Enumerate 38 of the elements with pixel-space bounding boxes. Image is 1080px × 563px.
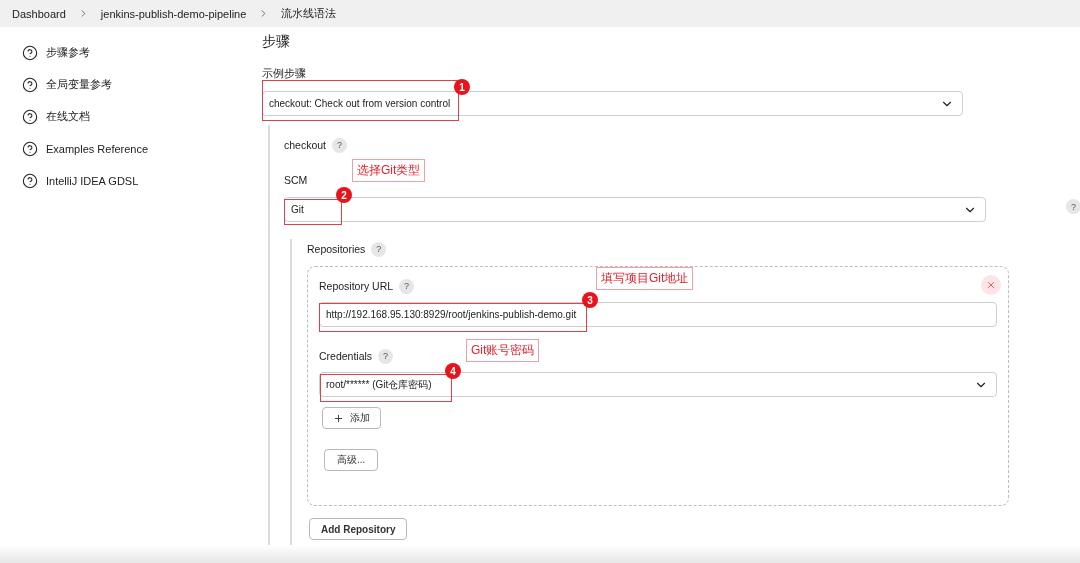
step-number: 3 bbox=[582, 292, 598, 308]
help-badge[interactable]: ? bbox=[378, 348, 394, 364]
breadcrumb-link[interactable]: jenkins-publish-demo-pipeline bbox=[100, 7, 247, 20]
plus-icon bbox=[333, 412, 344, 424]
add-button[interactable]: 添加 bbox=[322, 407, 381, 429]
section-title: 步骤 bbox=[262, 32, 291, 51]
sidebar-link[interactable]: 步骤参考 bbox=[22, 43, 262, 62]
field-label: Repository URL bbox=[319, 280, 394, 292]
highlight-frame bbox=[284, 199, 342, 225]
help-icon bbox=[22, 140, 38, 157]
help-badge[interactable]: ? bbox=[371, 241, 387, 257]
callout-note: 选择Git类型 bbox=[352, 159, 426, 182]
help-icon bbox=[22, 172, 38, 189]
help-icon bbox=[22, 76, 38, 93]
field-label: 示例步骤 bbox=[262, 66, 307, 81]
sidebar-link[interactable]: 在线文档 bbox=[22, 107, 262, 126]
field-label: Credentials bbox=[319, 350, 373, 362]
sidebar-link[interactable]: 全局变量参考 bbox=[22, 75, 262, 94]
help-badge[interactable]: ? bbox=[332, 137, 348, 153]
add-repository-button[interactable]: Add Repository bbox=[309, 518, 408, 540]
help-badge[interactable]: ? bbox=[1066, 199, 1080, 214]
close-icon bbox=[986, 280, 996, 290]
advanced-button[interactable]: 高级... bbox=[324, 449, 379, 471]
field-label: Repositories bbox=[307, 243, 366, 255]
help-icon bbox=[22, 44, 38, 61]
sidebar-link[interactable]: Examples Reference bbox=[22, 139, 262, 158]
field-label: checkout bbox=[284, 139, 327, 151]
callout-note: 填写项目Git地址 bbox=[596, 267, 694, 290]
close-button[interactable] bbox=[981, 275, 1001, 295]
callout-note: Git账号密码 bbox=[466, 339, 540, 362]
help-badge[interactable]: ? bbox=[399, 278, 415, 294]
step-number: 2 bbox=[336, 187, 352, 203]
breadcrumb-link[interactable]: 流水线语法 bbox=[281, 6, 337, 21]
help-icon bbox=[22, 108, 38, 125]
step-number: 4 bbox=[445, 363, 461, 379]
sidebar-link[interactable]: IntelliJ IDEA GDSL bbox=[22, 171, 262, 190]
breadcrumb-link[interactable]: Dashboard bbox=[12, 7, 66, 20]
step-number: 1 bbox=[454, 79, 470, 95]
